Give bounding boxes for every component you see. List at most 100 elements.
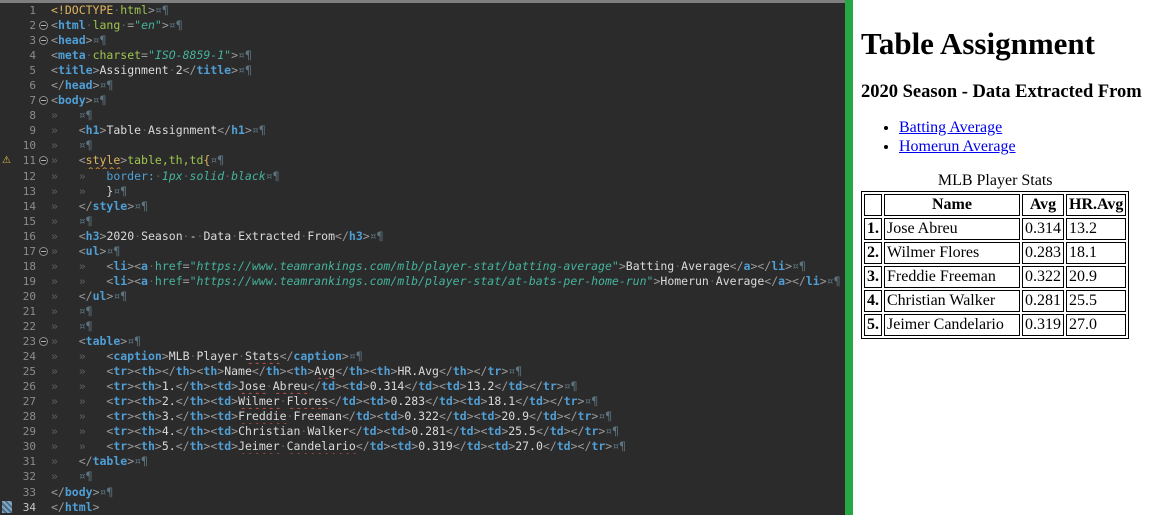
icon-margin [0,439,13,454]
fold-margin[interactable] [36,153,51,168]
icon-margin [0,379,13,394]
code-token: th [176,364,190,378]
table-row: 1.Jose Abreu0.31413.2 [864,218,1126,240]
code-token: ¤¶ [598,409,612,423]
code-token: Batting [626,259,674,273]
code-token: 4. [162,424,176,438]
line-number: 26 [13,379,36,394]
code-editor-panel[interactable]: 1<!DOCTYPE·html>¤¶2<html·lang·="en">¤¶3<… [0,0,845,515]
code-token: > [93,485,100,499]
code-token: </ [183,63,197,77]
code-token: td [217,439,231,453]
code-token: 2. [162,394,176,408]
code-token: HR.Avg [397,364,439,378]
code-token: html [120,3,148,17]
preview-link[interactable]: Homerun Average [899,138,1016,155]
code-token: Table [106,123,141,137]
code-token: th [203,364,217,378]
code-line: 7<body>¤¶ [0,93,845,108]
code-text: » <h3>2020·Season·-·Data·Extracted·From<… [51,229,845,244]
fold-margin [36,169,51,184]
fold-marker[interactable] [39,247,48,256]
code-token: ¤¶ [155,3,169,17]
fold-marker[interactable] [39,21,48,30]
code-token: Average [716,274,764,288]
fold-margin [36,78,51,93]
icon-margin [0,319,13,334]
code-token: » » [51,409,106,423]
code-token: </ [529,409,543,423]
fold-marker[interactable] [39,36,48,45]
code-line: 27» » <tr><th>2.</th><td>Wilmer·Flores</… [0,394,845,409]
fold-margin[interactable] [36,93,51,108]
icon-margin [0,229,13,244]
code-line: 15» ¤¶ [0,214,845,229]
fold-margin[interactable] [36,244,51,259]
fold-marker[interactable] [39,96,48,105]
code-token: ></ [522,379,543,393]
code-line: 26» » <tr><th>1.</th><td>Jose·Abreu</td>… [0,379,845,394]
code-line: 22» ¤¶ [0,319,845,334]
fold-margin [36,3,51,18]
icon-margin [0,138,13,153]
code-token: "https://www.teamrankings.com/mlb/player… [190,259,619,273]
bookmark-marker [2,501,12,513]
fold-margin [36,439,51,454]
code-token: td [384,409,398,423]
code-line: 31» </table>¤¶ [0,454,845,469]
code-token: < [51,93,58,107]
code-token: Player [196,349,238,363]
code-token: Assignment [148,123,217,137]
code-token: caption [293,349,341,363]
code-token: td [439,394,453,408]
code-token: >< [203,424,217,438]
code-token: > [785,259,792,273]
code-token: » [51,229,79,243]
code-token: ¤¶ [79,319,93,333]
code-token: 1px [162,169,183,183]
code-token: </ [307,379,321,393]
code-text: » » <li><a·href="https://www.teamranking… [51,274,845,289]
code-token: - [190,229,197,243]
code-token: >< [370,409,384,423]
code-token: td [217,409,231,423]
code-token: Wilmer [238,394,280,408]
code-token: <!DOCTYPE [51,3,113,17]
code-token: » » [51,184,106,198]
icon-margin [0,334,13,349]
code-token: > [148,3,155,17]
code-token: tr [113,424,127,438]
fold-marker[interactable] [39,337,48,346]
row-number: 5. [864,314,882,336]
fold-margin[interactable] [36,334,51,349]
code-token: th [141,394,155,408]
code-token: 13.2 [467,379,495,393]
code-token: >< [127,364,141,378]
fold-margin[interactable] [36,33,51,48]
line-number: 9 [13,123,36,138]
code-token: ¤¶ [584,394,598,408]
code-line: 29» » <tr><th>4.</th><td>Christian·Walke… [0,424,845,439]
code-token: » [51,123,79,137]
table-cell: Freddie Freeman [884,266,1020,288]
code-line: 25» » <tr><th></th><th>Name</th><th>Avg<… [0,364,845,379]
code-token: td [390,424,404,438]
code-token: >< [335,379,349,393]
code-text: <html·lang·="en">¤¶ [51,18,845,33]
fold-margin [36,349,51,364]
code-token: Name [224,364,252,378]
fold-margin [36,364,51,379]
code-token: 0.314 [370,379,405,393]
code-token: » [51,334,79,348]
fold-marker[interactable] [39,156,48,165]
code-token: head [58,33,86,47]
code-token: </ [217,123,231,137]
row-number: 3. [864,266,882,288]
preview-link[interactable]: Batting Average [899,119,1002,136]
fold-margin[interactable] [36,18,51,33]
code-token: </ [536,424,550,438]
code-token: ¤¶ [134,199,148,213]
code-line: 10» ¤¶ [0,138,845,153]
code-token: > [231,48,238,62]
code-token: </ [764,274,778,288]
